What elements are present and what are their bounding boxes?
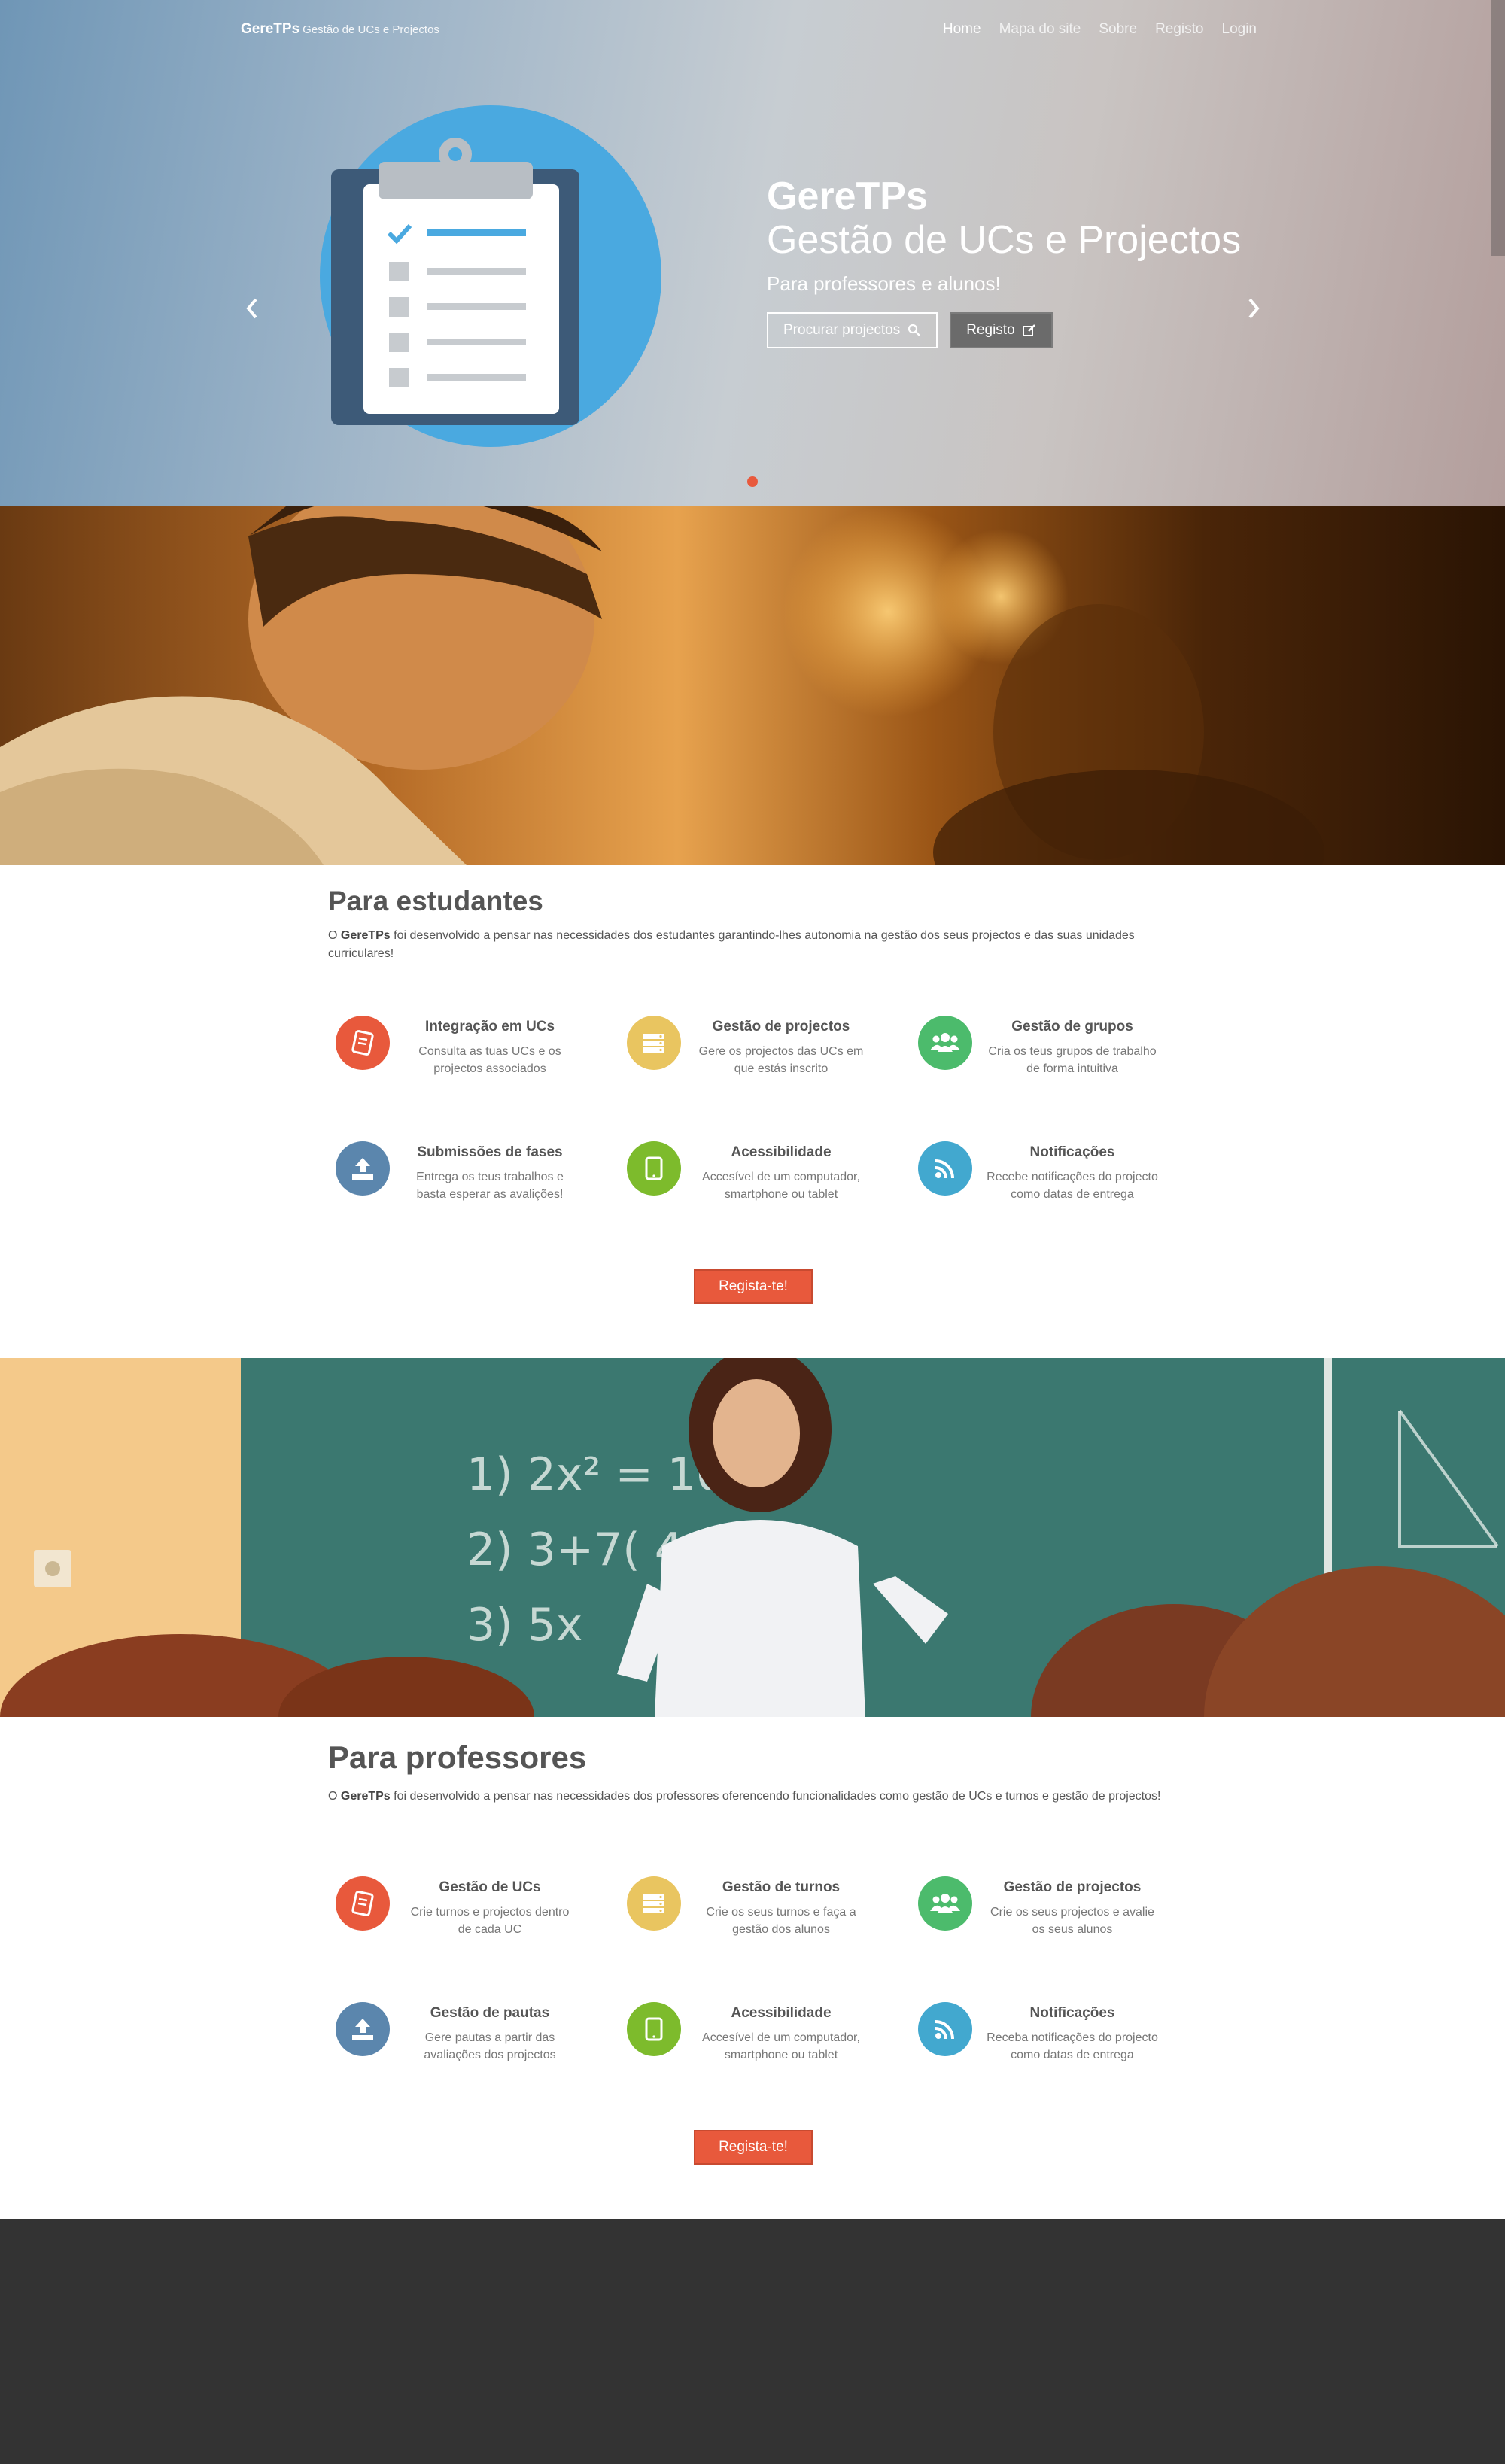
feature-text: Accesível de um computador, smartphone o… (702, 2031, 860, 2061)
feature-card: Notificações Receba notificações do proj… (911, 2002, 1204, 2092)
feature-text: Recebe notificações do projecto como dat… (987, 1171, 1158, 1201)
clipboard-icon (320, 105, 661, 447)
rss-icon (918, 2002, 972, 2056)
nav-home[interactable]: Home (943, 21, 981, 38)
feature-card: Gestão de pautas Gere pautas a partir da… (328, 2002, 622, 2092)
feature-title: Gestão de turnos (722, 1879, 841, 1895)
chevron-right-icon[interactable] (1239, 293, 1269, 324)
feature-title: Gestão de projectos (1003, 1879, 1142, 1895)
search-projects-label: Procurar projectos (783, 322, 901, 338)
feature-text: Consulta as tuas UCs e os projectos asso… (418, 1045, 561, 1075)
brand[interactable]: GereTPs Gestão de UCs e Projectos (241, 21, 439, 38)
server-icon (627, 1876, 681, 1931)
feature-card: Acessibilidade Accesível de um computado… (619, 1141, 913, 1232)
feature-title: Gestão de grupos (1011, 1019, 1133, 1035)
students-description: O GereTPs foi desenvolvido a pensar nas … (328, 927, 1186, 963)
nav-sitemap[interactable]: Mapa do site (999, 21, 1081, 38)
upload-icon (336, 1141, 390, 1196)
feature-title: Acessibilidade (731, 2005, 832, 2021)
feature-card: Acessibilidade Accesível de um computado… (619, 2002, 913, 2092)
upload-icon (336, 2002, 390, 2056)
chalk-line-3: 3) 5x (467, 1599, 582, 1651)
feature-title: Gestão de projectos (712, 1019, 850, 1035)
edit-icon (1022, 324, 1035, 336)
feature-text: Cria os teus grupos de trabalho de forma… (988, 1045, 1157, 1075)
feature-card: Integração em UCs Consulta as tuas UCs e… (328, 1016, 622, 1106)
footer (0, 2219, 1505, 2464)
chevron-left-icon[interactable] (237, 293, 267, 324)
nav-menu: Home Mapa do site Sobre Registo Login (943, 21, 1257, 38)
feature-card: Gestão de UCs Crie turnos e projectos de… (328, 1876, 622, 1967)
feature-text: Accesível de um computador, smartphone o… (702, 1171, 860, 1201)
navbar: GereTPs Gestão de UCs e Projectos Home Ma… (0, 0, 1505, 60)
students-section: Para estudantes O GereTPs foi desenvolvi… (0, 865, 1505, 1358)
hero-subtitle: Gestão de UCs e Projectos (767, 218, 1242, 262)
tablet-icon (627, 2002, 681, 2056)
students-title: Para estudantes (328, 886, 543, 916)
feature-text: Gere pautas a partir das avaliações dos … (424, 2031, 556, 2061)
chalk-line-1: 1) 2x² = 10 (467, 1448, 725, 1501)
feature-title: Acessibilidade (731, 1144, 832, 1160)
teachers-desc-brand: GereTPs (340, 1790, 391, 1803)
feature-card: Gestão de turnos Crie os seus turnos e f… (619, 1876, 913, 1967)
hero-caption: GereTPs Gestão de UCs e Projectos Para p… (767, 175, 1241, 348)
feature-title: Submissões de fases (417, 1144, 563, 1160)
group-icon (918, 1876, 972, 1931)
feature-text: Gere os projectos das UCs em que estás i… (698, 1045, 864, 1075)
group-icon (918, 1016, 972, 1070)
brand-name[interactable]: GereTPs (241, 21, 299, 37)
register-label: Registo (966, 322, 1015, 338)
hero-title: GereTPs (767, 175, 928, 218)
teachers-desc-prefix: O (328, 1790, 341, 1803)
register-button[interactable]: Registo (950, 312, 1053, 348)
teacher-photo: 1) 2x² = 10 2) 3+7( 4=10 3) 5x (0, 1358, 1505, 1717)
feature-text: Crie os seus projectos e avalie os seus … (990, 1906, 1154, 1936)
students-desc-text: foi desenvolvido a pensar nas necessidad… (328, 929, 1135, 960)
students-desc-brand: GereTPs (340, 929, 391, 942)
feature-card: Submissões de fases Entrega os teus trab… (328, 1141, 622, 1232)
hero-carousel: GereTPs Gestão de UCs e Projectos Home Ma… (0, 0, 1505, 506)
student-photo (0, 506, 1505, 865)
student-photo-illustration (0, 506, 1324, 865)
feature-card: Gestão de grupos Cria os teus grupos de … (911, 1016, 1204, 1106)
book-icon (336, 1016, 390, 1070)
feature-title: Gestão de pautas (430, 2005, 550, 2021)
feature-card: Notificações Recebe notificações do proj… (911, 1141, 1204, 1232)
feature-text: Receba notificações do projecto como dat… (987, 2031, 1158, 2061)
search-icon (908, 324, 921, 336)
feature-text: Entrega os teus trabalhos e basta espera… (416, 1171, 564, 1201)
tablet-icon (627, 1141, 681, 1196)
book-icon (336, 1876, 390, 1931)
teachers-section: Para professores O GereTPs foi desenvolv… (0, 1717, 1505, 2219)
students-register-button[interactable]: Regista-te! (694, 1269, 813, 1304)
server-icon (627, 1016, 681, 1070)
nav-about[interactable]: Sobre (1099, 21, 1137, 38)
nav-login[interactable]: Login (1222, 21, 1257, 38)
feature-text: Crie os seus turnos e faça a gestão dos … (706, 1906, 856, 1936)
hero-tagline: Para professores e alunos! (767, 272, 1001, 295)
teachers-description: O GereTPs foi desenvolvido a pensar nas … (328, 1788, 1186, 1806)
feature-title: Notificações (1029, 1144, 1115, 1160)
feature-card: Gestão de projectos Gere os projectos da… (619, 1016, 913, 1106)
rss-icon (918, 1141, 972, 1196)
teachers-register-button[interactable]: Regista-te! (694, 2130, 813, 2165)
nav-register[interactable]: Registo (1155, 21, 1203, 38)
feature-card: Gestão de projectos Crie os seus project… (911, 1876, 1204, 1967)
hero-buttons: Procurar projectos Registo (767, 312, 1241, 348)
feature-title: Integração em UCs (424, 1019, 555, 1035)
teacher-photo-illustration: 1) 2x² = 10 2) 3+7( 4=10 3) 5x (0, 1358, 1505, 1717)
feature-text: Crie turnos e projectos dentro de cada U… (410, 1906, 570, 1936)
feature-title: Gestão de UCs (439, 1879, 541, 1895)
teachers-title: Para professores (328, 1739, 587, 1775)
brand-tagline: Gestão de UCs e Projectos (303, 23, 439, 36)
carousel-indicator[interactable] (747, 476, 758, 487)
feature-title: Notificações (1029, 2005, 1115, 2021)
teachers-desc-text: foi desenvolvido a pensar nas necessidad… (390, 1790, 1161, 1803)
students-desc-prefix: O (328, 929, 341, 942)
search-projects-button[interactable]: Procurar projectos (767, 312, 938, 348)
